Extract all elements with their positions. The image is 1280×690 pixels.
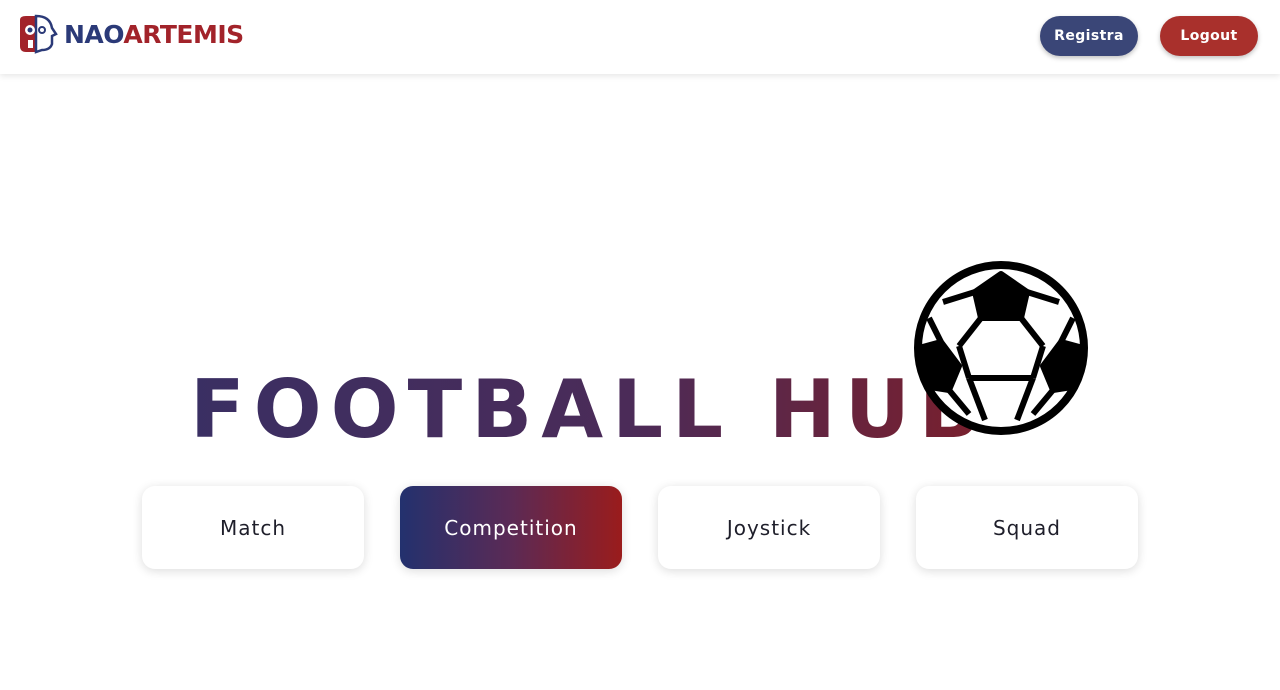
registra-button[interactable]: Registra — [1040, 16, 1138, 56]
brand-name-part1: NAO — [64, 19, 124, 49]
joystick-card-label: Joystick — [726, 515, 812, 540]
logout-button[interactable]: Logout — [1160, 16, 1258, 56]
competition-card-label: Competition — [444, 515, 578, 540]
match-card-label: Match — [219, 515, 287, 540]
page-title: FOOTBALL HUB — [190, 360, 989, 460]
squad-card[interactable]: Squad — [916, 486, 1138, 569]
joystick-card[interactable]: Joystick — [658, 486, 880, 569]
top-bar: NAOARTEMIS Registra Logout — [0, 0, 1280, 74]
squad-card-label: Squad — [992, 515, 1062, 540]
competition-card[interactable]: Competition — [400, 486, 622, 569]
match-card[interactable]: Match — [142, 486, 364, 569]
brand-logo[interactable]: NAOARTEMIS — [16, 14, 244, 54]
robot-head-logo-icon — [20, 14, 58, 54]
soccer-ball-icon — [914, 261, 1088, 435]
brand-name-part2: ARTEMIS — [123, 19, 244, 49]
brand-wordmark: NAOARTEMIS — [64, 22, 244, 47]
